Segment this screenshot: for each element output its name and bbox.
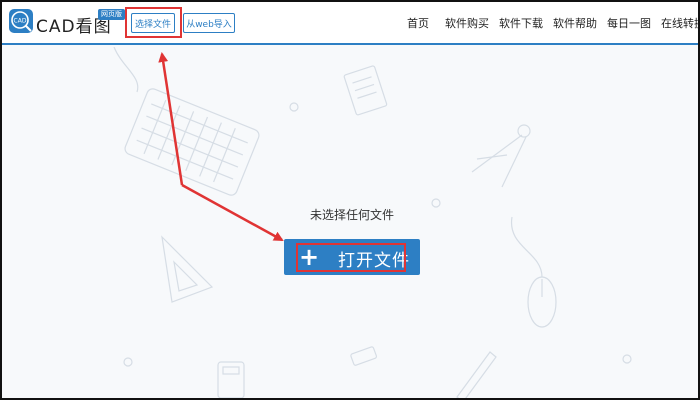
empty-state-message: 未选择任何文件 xyxy=(309,208,394,222)
top-nav: 首页 软件购买 软件下载 软件帮助 每日一图 在线转换 xyxy=(2,15,698,31)
nav-item-daily-drawing[interactable]: 每日一图 xyxy=(607,15,651,31)
top-header: CAD CAD看图 网页版 选择文件 从web导入 首页 软件购买 软件下载 软… xyxy=(2,2,698,45)
lightbulb-doodle xyxy=(123,102,632,367)
nav-item-home[interactable]: 首页 xyxy=(407,15,429,31)
pencil-doodle xyxy=(456,351,497,398)
cord-doodle xyxy=(113,47,139,93)
app-frame: CAD CAD看图 网页版 选择文件 从web导入 首页 软件购买 软件下载 软… xyxy=(0,0,700,400)
calculator-doodle xyxy=(217,361,245,398)
compass-doodle xyxy=(471,124,531,188)
background-doodles xyxy=(113,47,632,398)
nav-item-buy[interactable]: 软件购买 xyxy=(445,15,489,31)
keyboard-doodle xyxy=(124,88,260,196)
nav-item-download[interactable]: 软件下载 xyxy=(499,15,543,31)
nav-item-online-convert[interactable]: 在线转换 xyxy=(661,15,698,31)
notebook-doodle xyxy=(343,65,388,116)
triangle-ruler-doodle xyxy=(161,235,214,303)
nav-item-help[interactable]: 软件帮助 xyxy=(553,15,597,31)
mouse-doodle xyxy=(511,216,557,328)
annotation-highlight-open-file xyxy=(296,243,406,272)
eraser-doodle xyxy=(350,346,378,366)
